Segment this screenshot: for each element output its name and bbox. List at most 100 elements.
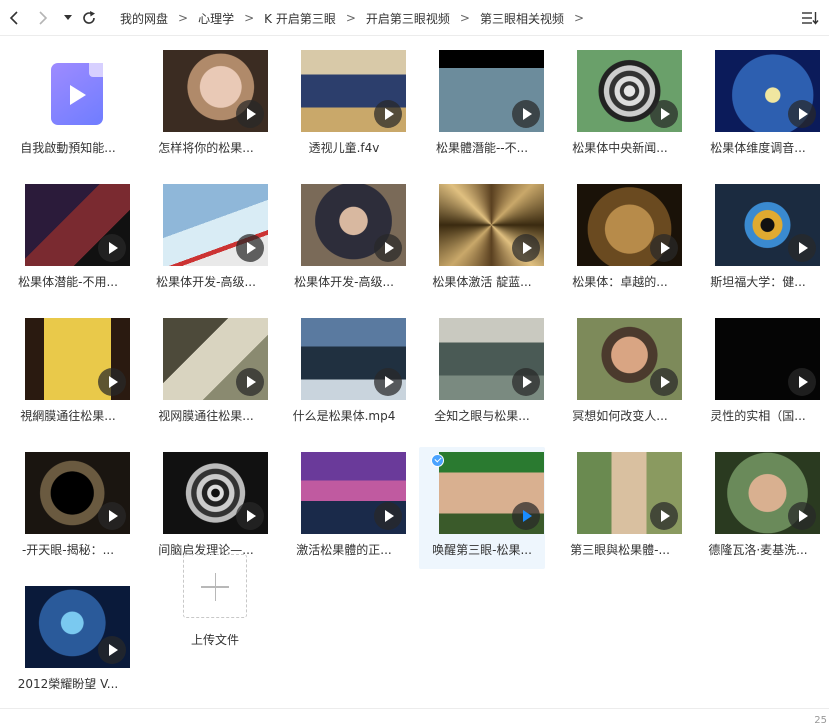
chevron-right-icon bbox=[39, 11, 48, 25]
video-thumbnail bbox=[577, 184, 682, 266]
video-thumbnail bbox=[439, 318, 544, 400]
play-icon[interactable] bbox=[98, 636, 126, 664]
file-name: 透视儿童.f4v bbox=[308, 141, 380, 155]
file-item[interactable]: 松果體潛能--不... bbox=[419, 45, 545, 167]
file-item[interactable]: 第三眼與松果體-... bbox=[557, 447, 683, 569]
file-name: 视网膜通往松果... bbox=[158, 409, 254, 423]
file-name: 自我啟動預知能... bbox=[20, 141, 116, 155]
play-icon[interactable] bbox=[788, 502, 816, 530]
play-icon[interactable] bbox=[788, 100, 816, 128]
play-icon[interactable] bbox=[788, 368, 816, 396]
file-item[interactable]: 松果体潜能-不用... bbox=[5, 179, 131, 301]
file-name: 冥想如何改变人... bbox=[572, 409, 668, 423]
file-item[interactable]: 视网膜通往松果... bbox=[143, 313, 269, 435]
video-thumbnail bbox=[577, 452, 682, 534]
video-thumbnail bbox=[163, 184, 268, 266]
breadcrumb-separator: > bbox=[178, 11, 189, 25]
file-item-video-icon[interactable]: 自我啟動預知能... bbox=[5, 45, 131, 167]
play-icon[interactable] bbox=[650, 368, 678, 396]
video-thumbnail bbox=[163, 452, 268, 534]
play-icon[interactable] bbox=[236, 502, 264, 530]
file-item[interactable]: 德隆瓦洛·麦基洗... bbox=[695, 447, 821, 569]
video-thumbnail bbox=[715, 318, 820, 400]
history-dropdown[interactable] bbox=[58, 8, 78, 28]
file-item[interactable]: 灵性的实相（国... bbox=[695, 313, 821, 435]
file-item[interactable]: 间脑启发理论—... bbox=[143, 447, 269, 569]
forward-button[interactable] bbox=[33, 8, 53, 28]
file-name: 視網膜通往松果... bbox=[20, 409, 116, 423]
video-thumbnail bbox=[439, 184, 544, 266]
video-thumbnail bbox=[715, 184, 820, 266]
selected-check-icon[interactable] bbox=[431, 454, 444, 467]
file-item[interactable]: 松果体激活 靛蓝... bbox=[419, 179, 545, 301]
file-item[interactable]: 透视儿童.f4v bbox=[281, 45, 407, 167]
file-item[interactable]: 松果体中央新闻... bbox=[557, 45, 683, 167]
play-icon[interactable] bbox=[98, 368, 126, 396]
breadcrumb-item[interactable]: K 开启第三眼 bbox=[264, 10, 336, 27]
play-icon[interactable] bbox=[374, 502, 402, 530]
file-name: 第三眼與松果體-... bbox=[570, 543, 670, 557]
play-icon[interactable] bbox=[512, 234, 540, 262]
back-button[interactable] bbox=[5, 8, 25, 28]
file-item[interactable]: 唤醒第三眼-松果... bbox=[419, 447, 545, 569]
file-item[interactable]: 松果体开发-高级... bbox=[281, 179, 407, 301]
video-thumbnail bbox=[301, 452, 406, 534]
play-icon[interactable] bbox=[236, 100, 264, 128]
video-thumbnail bbox=[301, 318, 406, 400]
video-file-icon bbox=[51, 63, 103, 125]
play-icon[interactable] bbox=[512, 502, 540, 530]
file-item[interactable]: 2012榮耀盼望 V... bbox=[5, 581, 131, 703]
breadcrumb-item[interactable]: 我的网盘 bbox=[120, 10, 168, 27]
video-thumbnail bbox=[577, 50, 682, 132]
file-name: 松果体潜能-不用... bbox=[18, 275, 118, 289]
file-item[interactable]: -开天眼-揭秘：... bbox=[5, 447, 131, 569]
breadcrumb-item[interactable]: 心理学 bbox=[198, 10, 234, 27]
file-item[interactable]: 視網膜通往松果... bbox=[5, 313, 131, 435]
play-icon[interactable] bbox=[650, 234, 678, 262]
video-thumbnail bbox=[715, 50, 820, 132]
breadcrumb-separator: > bbox=[459, 11, 470, 25]
video-thumbnail bbox=[715, 452, 820, 534]
chevron-left-icon bbox=[9, 11, 18, 25]
upload-button[interactable] bbox=[183, 554, 247, 618]
sort-button[interactable] bbox=[801, 9, 819, 27]
upload-label[interactable]: 上传文件 bbox=[165, 631, 265, 648]
file-item[interactable]: 松果体开发-高级... bbox=[143, 179, 269, 301]
refresh-button[interactable] bbox=[79, 8, 99, 28]
file-name: 2012榮耀盼望 V... bbox=[17, 677, 119, 691]
file-name: 全知之眼与松果... bbox=[434, 409, 530, 423]
divider bbox=[0, 708, 829, 709]
file-name: 松果体：卓越的... bbox=[572, 275, 668, 289]
video-thumbnail bbox=[301, 50, 406, 132]
play-icon[interactable] bbox=[650, 100, 678, 128]
play-icon[interactable] bbox=[512, 100, 540, 128]
sort-list-icon bbox=[802, 12, 819, 25]
file-item[interactable]: 全知之眼与松果... bbox=[419, 313, 545, 435]
play-icon[interactable] bbox=[512, 368, 540, 396]
file-item[interactable]: 松果体维度调音... bbox=[695, 45, 821, 167]
play-icon[interactable] bbox=[650, 502, 678, 530]
file-name: 什么是松果体.mp4 bbox=[292, 409, 396, 423]
breadcrumb-separator: > bbox=[244, 11, 255, 25]
breadcrumb-item-current[interactable]: 第三眼相关视频 bbox=[480, 10, 564, 27]
play-icon[interactable] bbox=[374, 100, 402, 128]
play-icon[interactable] bbox=[98, 502, 126, 530]
breadcrumb-item[interactable]: 开启第三眼视频 bbox=[366, 10, 450, 27]
file-item[interactable]: 激活松果體的正... bbox=[281, 447, 407, 569]
play-icon[interactable] bbox=[236, 234, 264, 262]
play-icon[interactable] bbox=[788, 234, 816, 262]
file-item[interactable]: 斯坦福大学：健... bbox=[695, 179, 821, 301]
file-item[interactable]: 什么是松果体.mp4 bbox=[281, 313, 407, 435]
play-icon[interactable] bbox=[236, 368, 264, 396]
file-name: 松果体中央新闻... bbox=[572, 141, 668, 155]
file-name: 松果体开发-高级... bbox=[294, 275, 394, 289]
file-item[interactable]: 怎样将你的松果... bbox=[143, 45, 269, 167]
play-icon[interactable] bbox=[374, 368, 402, 396]
file-item[interactable]: 冥想如何改变人... bbox=[557, 313, 683, 435]
play-icon[interactable] bbox=[98, 234, 126, 262]
video-thumbnail bbox=[25, 452, 130, 534]
file-item[interactable]: 松果体：卓越的... bbox=[557, 179, 683, 301]
play-icon[interactable] bbox=[374, 234, 402, 262]
video-thumbnail bbox=[439, 50, 544, 132]
video-thumbnail bbox=[25, 586, 130, 668]
